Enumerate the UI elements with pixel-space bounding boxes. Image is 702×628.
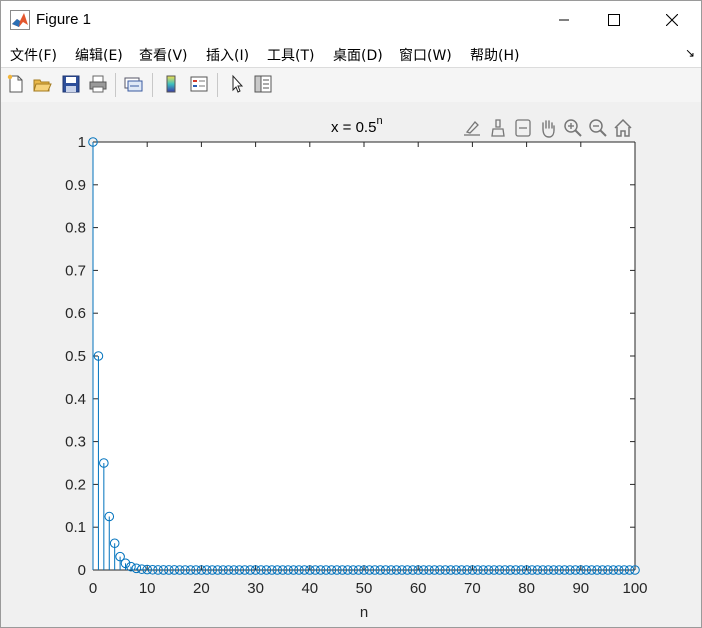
x-tick-label: 100 xyxy=(622,580,647,597)
x-tick-label: 0 xyxy=(89,580,97,597)
x-tick-label: 30 xyxy=(247,580,264,597)
x-tick-label: 90 xyxy=(572,580,589,597)
x-tick-label: 20 xyxy=(193,580,210,597)
y-tick-label: 0.2 xyxy=(65,476,86,493)
x-tick-label: 60 xyxy=(410,580,427,597)
figure-window: Figure 1 文件(F) 编辑(E) 查看(V) 插入(I) 工具(T) 桌… xyxy=(0,0,702,628)
x-tick-label: 50 xyxy=(356,580,373,597)
axes-background xyxy=(93,142,635,570)
x-tick-label: 40 xyxy=(301,580,318,597)
stem-plot[interactable]: 00.10.20.30.40.50.60.70.80.910 10 20 30 40 50… xyxy=(1,1,701,627)
y-tick-label: 0 xyxy=(78,562,86,579)
x-axis-label: n xyxy=(360,604,368,621)
y-tick-label: 0.6 xyxy=(65,305,86,322)
y-tick-label: 0.4 xyxy=(65,391,86,408)
y-tick-label: 0.3 xyxy=(65,434,86,451)
y-tick-label: 0.8 xyxy=(65,220,86,237)
x-tick-label: 80 xyxy=(518,580,535,597)
y-tick-label: 1 xyxy=(78,134,86,151)
x-tick-label: 70 xyxy=(464,580,481,597)
y-tick-label: 0.9 xyxy=(65,177,86,194)
y-tick-label: 0.7 xyxy=(65,262,86,279)
x-tick-label: 10 xyxy=(139,580,156,597)
y-tick-label: 0.1 xyxy=(65,519,86,536)
y-tick-label: 0.5 xyxy=(65,348,86,365)
